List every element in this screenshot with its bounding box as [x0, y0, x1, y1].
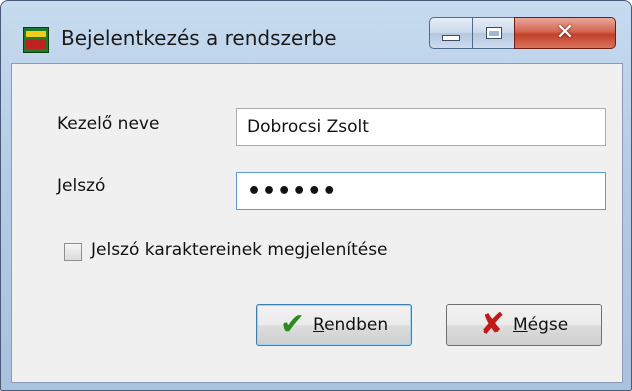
close-icon: ✕ — [555, 20, 575, 45]
app-logo-icon — [23, 27, 49, 53]
close-button[interactable]: ✕ — [514, 17, 616, 49]
password-masked-value: •••••• — [247, 178, 338, 204]
x-icon: ✘ — [479, 307, 505, 342]
cancel-button-label: Mégse — [512, 315, 569, 335]
login-dialog-window: Bejelentkezés a rendszerbe ✕ Kezelő neve… — [0, 0, 632, 391]
minimize-icon — [442, 35, 460, 41]
window-title: Bejelentkezés a rendszerbe — [61, 26, 337, 50]
ok-button[interactable]: ✔ Rendben — [256, 304, 412, 346]
show-password-label[interactable]: Jelszó karaktereinek megjelenítése — [91, 240, 388, 260]
password-input[interactable]: •••••• — [236, 172, 606, 210]
operator-name-input[interactable]: Dobrocsi Zsolt — [236, 108, 606, 146]
maximize-button[interactable] — [472, 17, 515, 49]
show-password-checkbox[interactable] — [64, 243, 82, 261]
minimize-button[interactable] — [429, 17, 473, 49]
cancel-button[interactable]: ✘ Mégse — [446, 304, 602, 346]
checkmark-icon: ✔ — [279, 307, 305, 342]
ok-button-label: Rendben — [313, 315, 389, 335]
title-bar[interactable]: Bejelentkezés a rendszerbe ✕ — [1, 1, 631, 63]
password-label: Jelszó — [57, 176, 106, 196]
maximize-icon — [485, 27, 502, 39]
operator-name-label: Kezelő neve — [57, 114, 160, 134]
dialog-body: Kezelő neve Dobrocsi Zsolt Jelszó ••••••… — [11, 63, 623, 383]
